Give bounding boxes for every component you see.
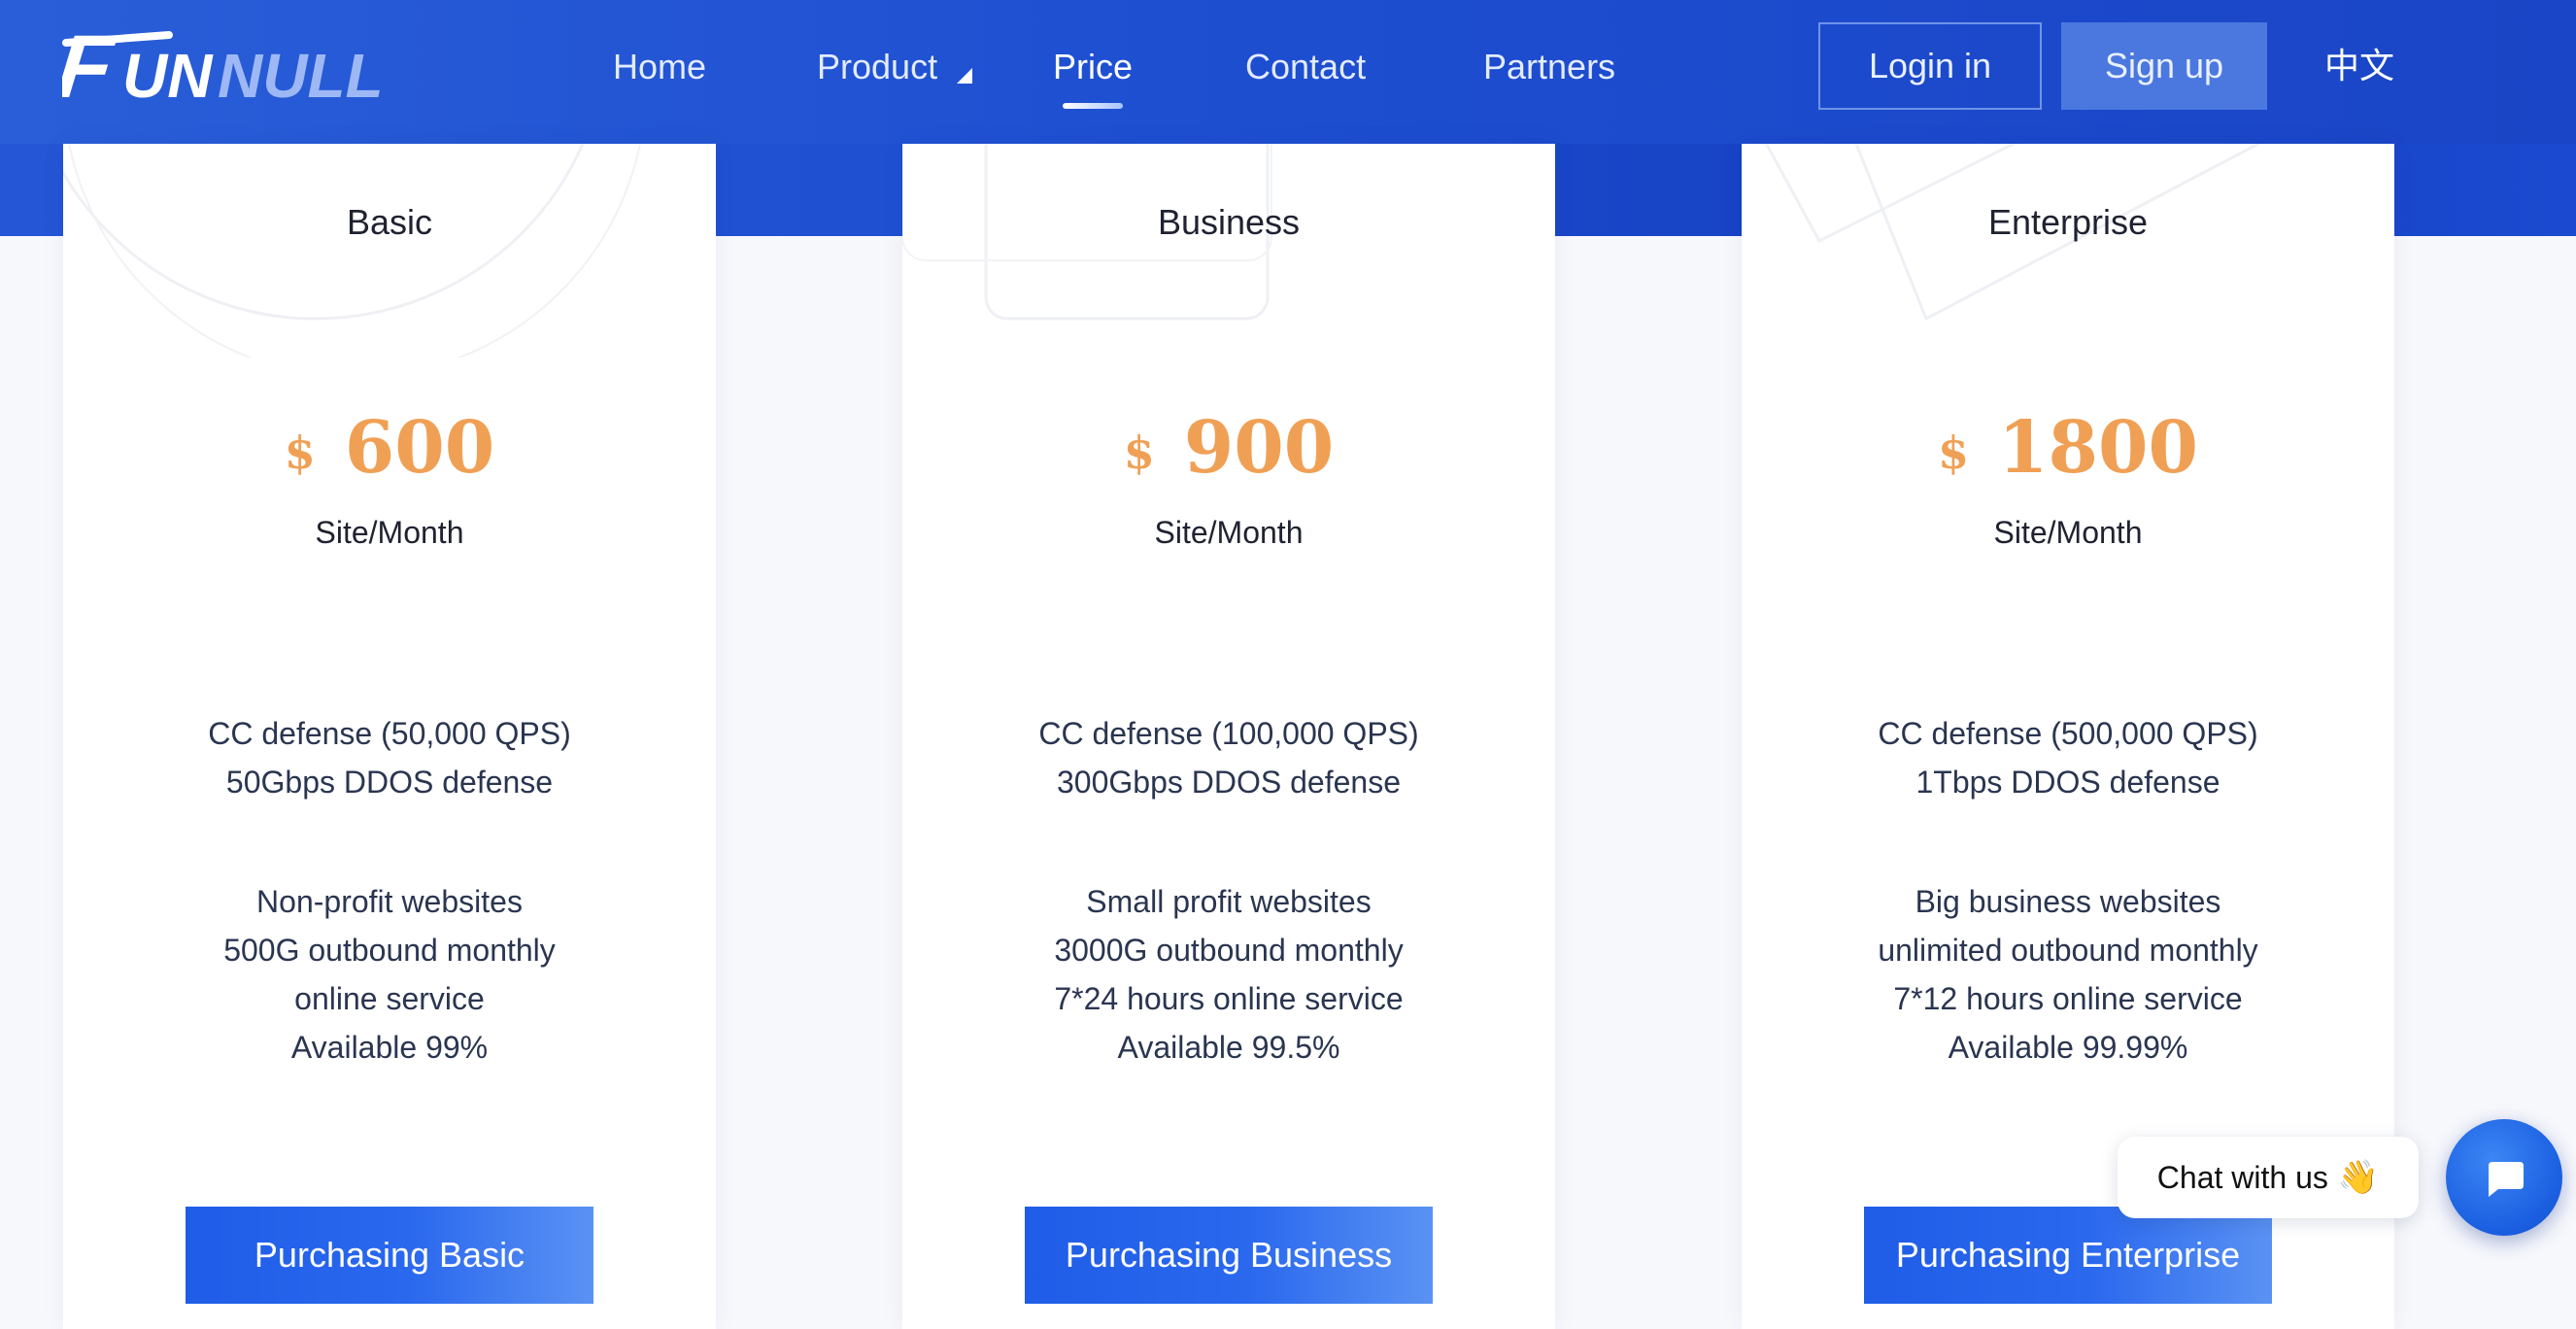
chat-with-us-bubble[interactable]: Chat with us 👋 (2118, 1137, 2419, 1218)
detail-line: Big business websites (1915, 884, 2221, 919)
detail-line: online service (294, 981, 485, 1016)
plan-defense-features: CC defense (50,000 QPS) 50Gbps DDOS defe… (63, 709, 716, 806)
plan-price: $600 (63, 406, 716, 490)
plan-name: Basic (346, 202, 433, 242)
purchase-business-button[interactable]: Purchasing Business (1025, 1207, 1433, 1304)
card-decoration (902, 144, 1272, 321)
signup-button[interactable]: Sign up (2061, 22, 2267, 110)
detail-line: 7*24 hours online service (1054, 981, 1404, 1016)
login-button[interactable]: Login in (1818, 22, 2042, 110)
price-unit: Site/Month (1154, 515, 1304, 550)
active-nav-indicator (1063, 103, 1123, 109)
plan-card-basic: Basic $600 Site/Month CC defense (50,000… (63, 144, 716, 1329)
feature-line: 1Tbps DDOS defense (1915, 765, 2220, 800)
plan-name: Business (1157, 202, 1301, 242)
detail-line: Non-profit websites (256, 884, 523, 919)
plan-details: Small profit websites 3000G outbound mon… (902, 877, 1555, 1072)
detail-line: Available 99% (290, 1030, 489, 1065)
price-unit: Site/Month (315, 515, 464, 550)
currency-symbol: $ (284, 426, 316, 479)
price-unit: Site/Month (1993, 515, 2143, 550)
language-switch[interactable]: 中文 (2324, 43, 2394, 91)
svg-text:UN: UN (122, 41, 214, 111)
feature-line: 50Gbps DDOS defense (225, 765, 554, 800)
purchase-basic-button[interactable]: Purchasing Basic (186, 1207, 593, 1304)
plan-defense-features: CC defense (100,000 QPS) 300Gbps DDOS de… (902, 709, 1555, 806)
top-navigation-bar: F UN NULL Home Product Price Contact Par… (0, 0, 2576, 144)
detail-line: unlimited outbound monthly (1878, 933, 2258, 968)
feature-line: CC defense (50,000 QPS) (208, 716, 571, 751)
card-decoration (63, 144, 641, 358)
chat-bubble-icon (2489, 1162, 2524, 1197)
feature-line: 300Gbps DDOS defense (1057, 765, 1401, 800)
price-amount: 1800 (1998, 406, 2198, 490)
feature-line: CC defense (500,000 QPS) (1878, 716, 2258, 751)
waving-hand-icon: 👋 (2337, 1159, 2380, 1196)
product-dropdown-caret-icon[interactable] (957, 68, 972, 84)
detail-line: Available 99.5% (1117, 1030, 1340, 1065)
detail-line: Small profit websites (1086, 884, 1372, 919)
nav-product[interactable]: Product (817, 43, 937, 91)
price-amount: 600 (344, 406, 495, 490)
nav-home[interactable]: Home (613, 43, 706, 91)
currency-symbol: $ (1938, 426, 1970, 479)
svg-text:NULL: NULL (218, 41, 384, 111)
plan-details: Big business websites unlimited outbound… (1742, 877, 2394, 1072)
nav-partners[interactable]: Partners (1483, 43, 1615, 91)
card-decoration (1764, 144, 2262, 322)
feature-line: CC defense (100,000 QPS) (1038, 716, 1419, 751)
purchase-enterprise-button[interactable]: Purchasing Enterprise (1864, 1207, 2272, 1304)
plan-price: $900 (902, 406, 1555, 490)
nav-contact[interactable]: Contact (1245, 43, 1366, 91)
detail-line: 500G outbound monthly (223, 933, 556, 968)
detail-line: 3000G outbound monthly (1054, 933, 1404, 968)
chat-label: Chat with us (2156, 1159, 2328, 1195)
price-amount: 900 (1183, 406, 1335, 490)
funnull-logo[interactable]: F UN NULL (52, 16, 451, 117)
plan-name: Enterprise (1987, 202, 2149, 242)
plan-card-business: Business $900 Site/Month CC defense (100… (902, 144, 1555, 1329)
currency-symbol: $ (1123, 426, 1155, 479)
plan-defense-features: CC defense (500,000 QPS) 1Tbps DDOS defe… (1742, 709, 2394, 806)
detail-line: 7*12 hours online service (1893, 981, 2243, 1016)
detail-line: Available 99.99% (1948, 1030, 2188, 1065)
chat-launcher-button[interactable] (2446, 1119, 2562, 1236)
plan-details: Non-profit websites 500G outbound monthl… (63, 877, 716, 1072)
nav-price[interactable]: Price (1053, 43, 1133, 91)
plan-price: $1800 (1742, 406, 2394, 490)
